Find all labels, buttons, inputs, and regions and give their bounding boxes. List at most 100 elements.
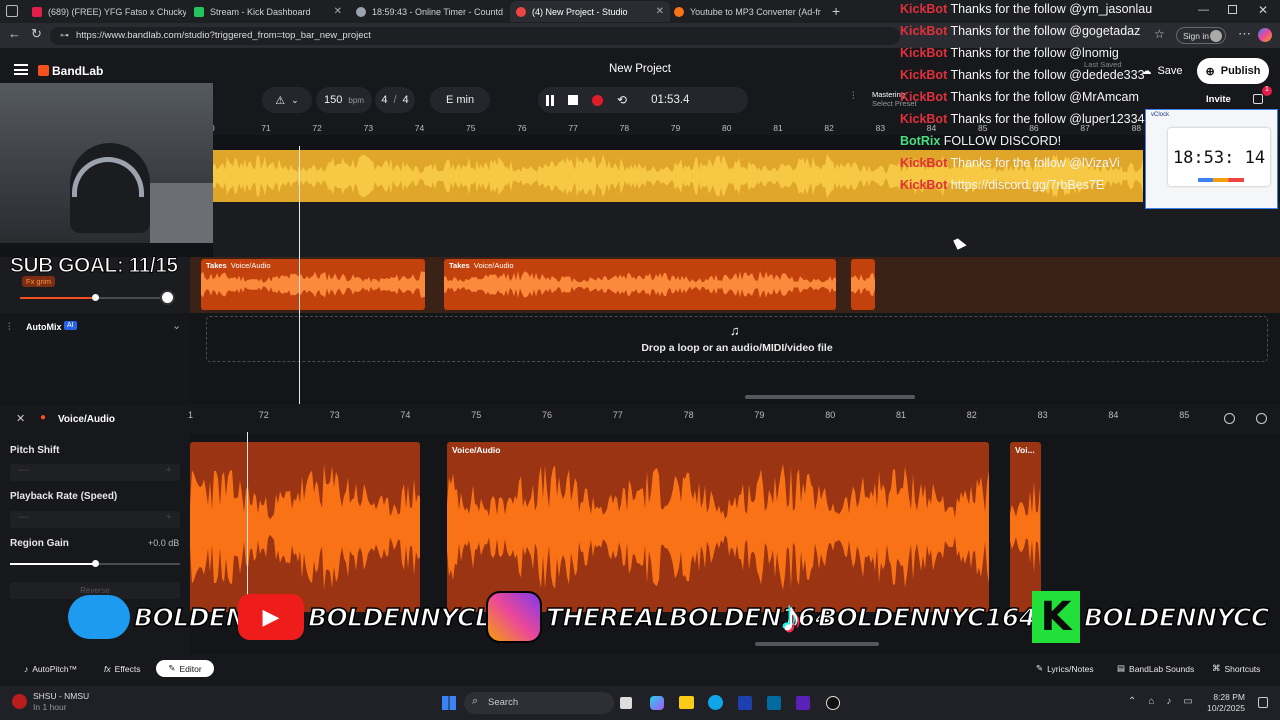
minimize-icon[interactable]: — — [1198, 4, 1209, 16]
copilot-taskbar-icon[interactable] — [650, 696, 664, 710]
sports-widget[interactable]: SHSU - NMSU In 1 hour — [12, 691, 89, 713]
track-2-clip[interactable]: Takes Voice/Audio — [444, 259, 836, 310]
region-gain-value: +0.0 dB — [148, 538, 180, 548]
track-2-volume-handle[interactable] — [92, 294, 99, 301]
editor-tab-button[interactable]: ✎ Editor — [156, 660, 214, 677]
track-2-clip[interactable] — [851, 259, 875, 310]
lyrics-button[interactable]: ✎ Lyrics/Notes — [1036, 660, 1094, 677]
notification-center-icon[interactable] — [1258, 697, 1268, 708]
lyrics-icon: ✎ — [1036, 663, 1044, 673]
maximize-icon[interactable] — [1228, 5, 1237, 14]
editor-clip[interactable]: Voice/Audio — [447, 442, 989, 612]
shortcuts-label: Shortcuts — [1224, 663, 1261, 674]
store-icon[interactable] — [738, 696, 752, 710]
chat-message: KickBot Thanks for the follow @lVizaVi — [900, 156, 1120, 170]
effects-button[interactable]: fx Effects — [104, 660, 140, 677]
chat-message: KickBot https://discord.gg/7rbBes7E — [900, 178, 1104, 192]
tempo-control[interactable]: 150 bpm — [316, 87, 372, 113]
editor-clip[interactable]: Voi... — [1010, 442, 1041, 612]
track-2-pan-knob[interactable] — [160, 290, 175, 305]
zoom-in-icon[interactable] — [1256, 413, 1267, 424]
region-gain-handle[interactable] — [92, 560, 99, 567]
browser-tab[interactable]: Stream - Kick Dashboard ✕ — [188, 1, 348, 22]
new-tab-icon[interactable]: + — [832, 3, 840, 19]
close-tab-icon[interactable]: ✕ — [827, 6, 828, 17]
browser-tab[interactable]: Youtube to MP3 Converter (Ad-fr ✕ — [668, 1, 828, 22]
site-info-icon[interactable]: ⊶ — [60, 30, 69, 41]
editor-playhead[interactable] — [247, 432, 248, 612]
chat-username: KickBot — [900, 112, 948, 126]
pitch-shift-stepper[interactable]: — + — [10, 464, 180, 481]
browser-tab[interactable]: 18:59:43 - Online Timer - Countd✕ — [350, 1, 510, 22]
notifications-icon[interactable] — [1253, 94, 1263, 104]
chat-message: KickBot Thanks for the follow @MrAmcam — [900, 90, 1139, 104]
close-window-icon[interactable]: ✕ — [1258, 3, 1268, 17]
project-title[interactable]: New Project — [540, 63, 740, 75]
loop-icon[interactable]: ⟲ — [617, 93, 627, 107]
track-1-empty-lane[interactable] — [213, 202, 1280, 257]
zoom-out-icon[interactable] — [1224, 413, 1235, 424]
task-view-icon[interactable] — [620, 697, 632, 709]
chevron-down-icon[interactable]: ⌄ — [172, 319, 181, 332]
ruler-tick: 71 — [261, 123, 271, 133]
editor-ruler-tick: 85 — [1179, 410, 1190, 420]
browser-tab-active[interactable]: (4) New Project - Studio ✕ — [510, 1, 670, 22]
record-button[interactable] — [592, 94, 603, 106]
teams-icon[interactable] — [796, 696, 810, 710]
publish-button[interactable]: ⊕ Publish — [1197, 58, 1269, 84]
chat-message: KickBot Thanks for the follow @luper1233… — [900, 112, 1145, 126]
shortcuts-button[interactable]: ⌘ Shortcuts — [1212, 660, 1260, 677]
sounds-icon: ▤ — [1117, 663, 1126, 673]
taskbar-search[interactable]: ⌕ Search — [464, 692, 614, 714]
back-icon[interactable]: ← — [8, 26, 21, 41]
obs-icon[interactable] — [826, 696, 840, 710]
waveform-editor-clip — [190, 464, 420, 590]
track-2-clip[interactable]: Takes Voice/Audio — [201, 259, 425, 310]
autopitch-icon: ♪ — [24, 663, 29, 674]
social-kick: K BOLDENNYCC — [1032, 591, 1270, 643]
invite-button[interactable]: Invite — [1206, 94, 1231, 105]
playhead[interactable] — [299, 146, 300, 404]
reload-icon[interactable]: ↻ — [31, 26, 42, 42]
globe-icon: ⊕ — [1205, 65, 1215, 78]
hamburger-menu-icon[interactable] — [14, 64, 28, 75]
autopitch-button[interactable]: ♪ AutoPitch™ — [24, 660, 77, 677]
chat-text: Thanks for the follow @lnomig — [947, 46, 1119, 60]
waveform-clip — [201, 271, 425, 298]
copilot-icon[interactable] — [1258, 28, 1272, 42]
social-tiktok: ♪ BOLDENNYC164 — [768, 592, 1037, 642]
key-control[interactable]: E min — [430, 87, 490, 113]
close-tab-icon[interactable]: ✕ — [656, 6, 664, 17]
window-menu-icon[interactable] — [6, 5, 18, 17]
chat-message: KickBot Thanks for the follow @lnomig — [900, 46, 1119, 60]
system-tray[interactable]: ⌃⌂♪▭ — [1128, 696, 1205, 707]
time-signature-control[interactable]: 4 / 4 — [375, 87, 415, 113]
editor-ruler-tick: 72 — [258, 410, 269, 420]
close-editor-icon[interactable]: ✕ — [16, 412, 25, 425]
file-explorer-icon[interactable] — [679, 696, 694, 709]
editor-clip[interactable] — [190, 442, 420, 612]
stop-button[interactable] — [568, 95, 578, 105]
playback-rate-stepper[interactable]: — + — [10, 511, 180, 528]
sounds-label: BandLab Sounds — [1129, 663, 1195, 674]
close-tab-icon[interactable]: ✕ — [334, 6, 342, 17]
clock[interactable]: 8:28 PM 10/2/2025 — [1205, 692, 1245, 714]
waveform-editor-clip — [1010, 481, 1040, 573]
horizontal-scrollbar[interactable] — [745, 395, 915, 399]
automix-label[interactable]: AutoMix — [26, 322, 62, 332]
app-logo[interactable]: BandLab — [52, 64, 103, 78]
edge-browser-icon[interactable] — [708, 695, 723, 710]
outlook-icon[interactable] — [767, 696, 781, 710]
chat-username: KickBot — [900, 178, 948, 192]
windows-start-icon[interactable] — [442, 696, 456, 710]
ruler-tick: 80 — [722, 123, 732, 133]
browser-tab[interactable]: (689) (FREE) YFG Fatso x Chucky✕ — [26, 1, 186, 22]
pause-button[interactable] — [546, 94, 554, 106]
url-input[interactable]: ⊶ https://www.bandlab.com/studio?triggere… — [50, 27, 900, 45]
metronome-control[interactable]: ⚠ ⌄ — [262, 87, 312, 113]
tempo-value: 150 — [324, 94, 343, 106]
bandlab-sounds-button[interactable]: ▤ BandLab Sounds — [1117, 660, 1194, 677]
signin-button[interactable]: Sign in — [1176, 27, 1226, 44]
menu-dots-icon[interactable]: ⋯ — [1238, 26, 1251, 42]
key-value: E min — [445, 94, 475, 106]
